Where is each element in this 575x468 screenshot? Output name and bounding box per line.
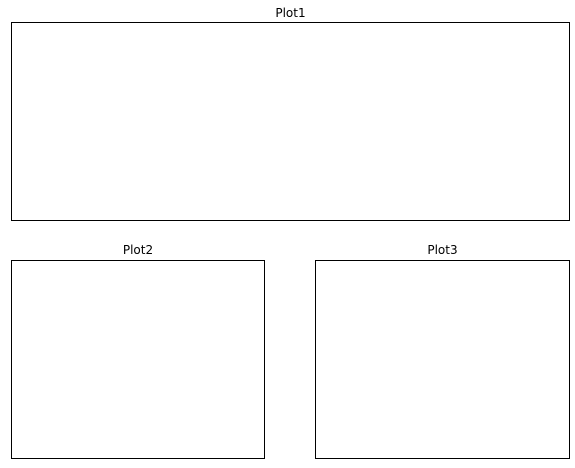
plot2-title: Plot2 [122, 243, 154, 257]
plot2-panel: Plot2 [11, 241, 265, 459]
plot1-title: Plot1 [275, 6, 306, 20]
plot1-axes [11, 22, 570, 221]
plot3-panel: Plot3 [315, 241, 570, 459]
plot1-panel: Plot1 [11, 4, 570, 221]
plot3-axes [315, 260, 570, 459]
plot3-title: Plot3 [427, 243, 458, 257]
plot2-axes [11, 260, 265, 459]
